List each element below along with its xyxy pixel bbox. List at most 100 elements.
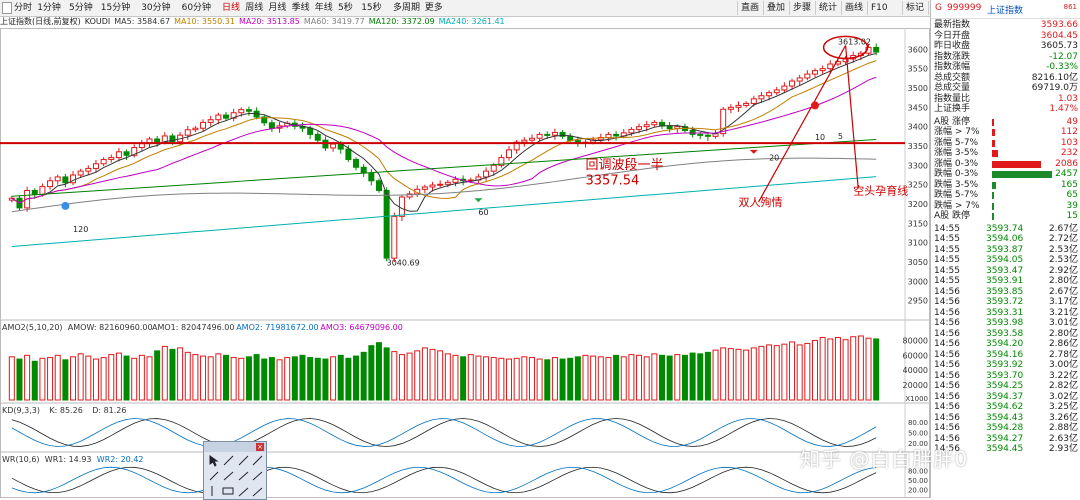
stat-value: 1.47% xyxy=(1049,104,1078,114)
segment-tool-icon[interactable] xyxy=(252,455,263,466)
tick-row: 14:56 3594.37 3.02亿 xyxy=(934,392,1078,403)
arrow-tool-icon[interactable] xyxy=(238,471,249,481)
tick-time: 14:56 xyxy=(934,391,960,402)
tick-price: 3594.62 xyxy=(986,402,1024,412)
candle xyxy=(483,170,490,178)
breadth-bar xyxy=(992,171,1052,178)
line-tool-icon[interactable] xyxy=(223,455,234,466)
candle xyxy=(353,159,360,168)
candle xyxy=(54,176,61,182)
quote-stat-row: 上证换手 1.47% xyxy=(934,104,1078,115)
y-tick-label: 3100 xyxy=(908,239,928,248)
volume-bar xyxy=(115,352,122,401)
volume-bar xyxy=(551,357,558,401)
stat-label: 总成交额 xyxy=(934,72,971,83)
volume-bar xyxy=(215,353,222,401)
tick-volume: 3.22亿 xyxy=(1048,370,1078,381)
volume-bar xyxy=(8,356,15,401)
indicator-tick: 80.00 xyxy=(908,419,928,427)
stat-label: 指数涨跌 xyxy=(934,51,971,62)
volume-bar xyxy=(789,341,796,401)
tick-row: 14:55 3593.74 2.67亿 xyxy=(934,224,1078,235)
price-chart[interactable]: 2950 3000 3050 3100 3150 3200 3250 3300 3350 3400… xyxy=(0,0,930,498)
trend-tool-icon[interactable] xyxy=(252,471,263,481)
quote-stat-row: 总成交量 69719.0万 xyxy=(934,83,1078,94)
fib-tool-icon[interactable] xyxy=(238,487,249,497)
parallel-tool-icon[interactable] xyxy=(223,471,234,481)
volume-bar xyxy=(804,342,811,401)
volume-bar xyxy=(735,348,742,401)
candle xyxy=(200,121,207,129)
stat-value: -12.07 xyxy=(1048,51,1078,62)
y-tick-label: 3050 xyxy=(908,258,928,267)
breadth-label: A股 跌停 xyxy=(934,211,971,221)
tick-price: 3593.98 xyxy=(986,318,1024,328)
breadth-value: 39 xyxy=(1066,200,1078,211)
channel-tool-icon[interactable] xyxy=(209,471,219,481)
ray-tool-icon[interactable] xyxy=(238,455,249,466)
candle xyxy=(77,170,84,176)
candle xyxy=(345,148,352,161)
candle xyxy=(383,189,390,259)
candle xyxy=(123,151,130,156)
candle xyxy=(437,183,444,186)
badge: 861 xyxy=(1063,3,1077,11)
volume-bar xyxy=(827,338,834,401)
tick-volume: 2.63亿 xyxy=(1048,433,1078,444)
volume-bar xyxy=(184,351,191,401)
candle xyxy=(62,176,69,184)
candle xyxy=(314,133,321,141)
close-icon[interactable]: × xyxy=(256,443,264,451)
rect-tool-icon[interactable] xyxy=(222,487,234,495)
stat-label: 指数涨幅 xyxy=(934,62,971,72)
candle xyxy=(115,151,122,159)
tick-volume: 3.02亿 xyxy=(1048,391,1078,402)
candle xyxy=(108,157,115,161)
drawing-toolbox[interactable]: × xyxy=(203,441,267,500)
candle xyxy=(85,167,92,172)
tick-volume: 3.17亿 xyxy=(1048,297,1078,307)
g-icon: G xyxy=(935,3,942,13)
tick-time: 14:56 xyxy=(934,423,960,433)
tick-row: 14:56 3593.85 2.67亿 xyxy=(934,287,1078,298)
price-annotation: 10 xyxy=(815,133,825,142)
indicator-header: K: 85.26 xyxy=(49,406,82,415)
volume-bar xyxy=(24,354,31,401)
volume-bar xyxy=(620,356,627,401)
breadth-label: 跌幅 0-3% xyxy=(934,169,979,179)
volume-bar xyxy=(146,356,153,401)
candle xyxy=(697,133,704,136)
volume-bar xyxy=(223,354,229,401)
volume-bar xyxy=(659,354,665,401)
volume-bar xyxy=(47,357,54,401)
pointer-icon[interactable] xyxy=(209,455,219,467)
volume-bar xyxy=(291,356,298,401)
arrow-line xyxy=(757,45,847,203)
volume-bar xyxy=(161,345,168,401)
volume-bar xyxy=(483,356,490,401)
volume-bar xyxy=(743,349,750,401)
candle xyxy=(452,178,459,183)
stat-label: 上证换手 xyxy=(934,104,971,114)
candle xyxy=(750,98,757,104)
stat-value: 1.03 xyxy=(1057,93,1078,104)
breadth-row: 跌幅 3-5% 165 xyxy=(934,180,1078,191)
volume-bar xyxy=(643,356,650,401)
toolbox-tools[interactable] xyxy=(204,452,266,499)
watermark: 知乎 @白白胖胖0 xyxy=(800,447,969,471)
breadth-value: 2086 xyxy=(1055,158,1078,169)
volume-bar xyxy=(819,336,826,401)
candle xyxy=(758,95,765,100)
text-tool-icon[interactable] xyxy=(252,487,263,497)
breadth-label: A股 涨停 xyxy=(934,116,971,127)
tick-time: 14:56 xyxy=(934,370,960,381)
indicator-line xyxy=(11,418,877,447)
tick-row: 14:56 3593.98 3.01亿 xyxy=(934,318,1078,329)
tick-price: 3594.37 xyxy=(986,391,1024,402)
quote-stat-row: 总成交额 8216.10亿 xyxy=(934,73,1078,84)
breadth-row: 跌幅 0-3% 2457 xyxy=(934,169,1078,180)
volume-bar xyxy=(498,357,505,401)
breadth-value: 49 xyxy=(1066,116,1078,127)
indicator-header: WR1: 14.93 xyxy=(45,455,92,464)
stat-value: -0.33% xyxy=(1046,62,1078,72)
